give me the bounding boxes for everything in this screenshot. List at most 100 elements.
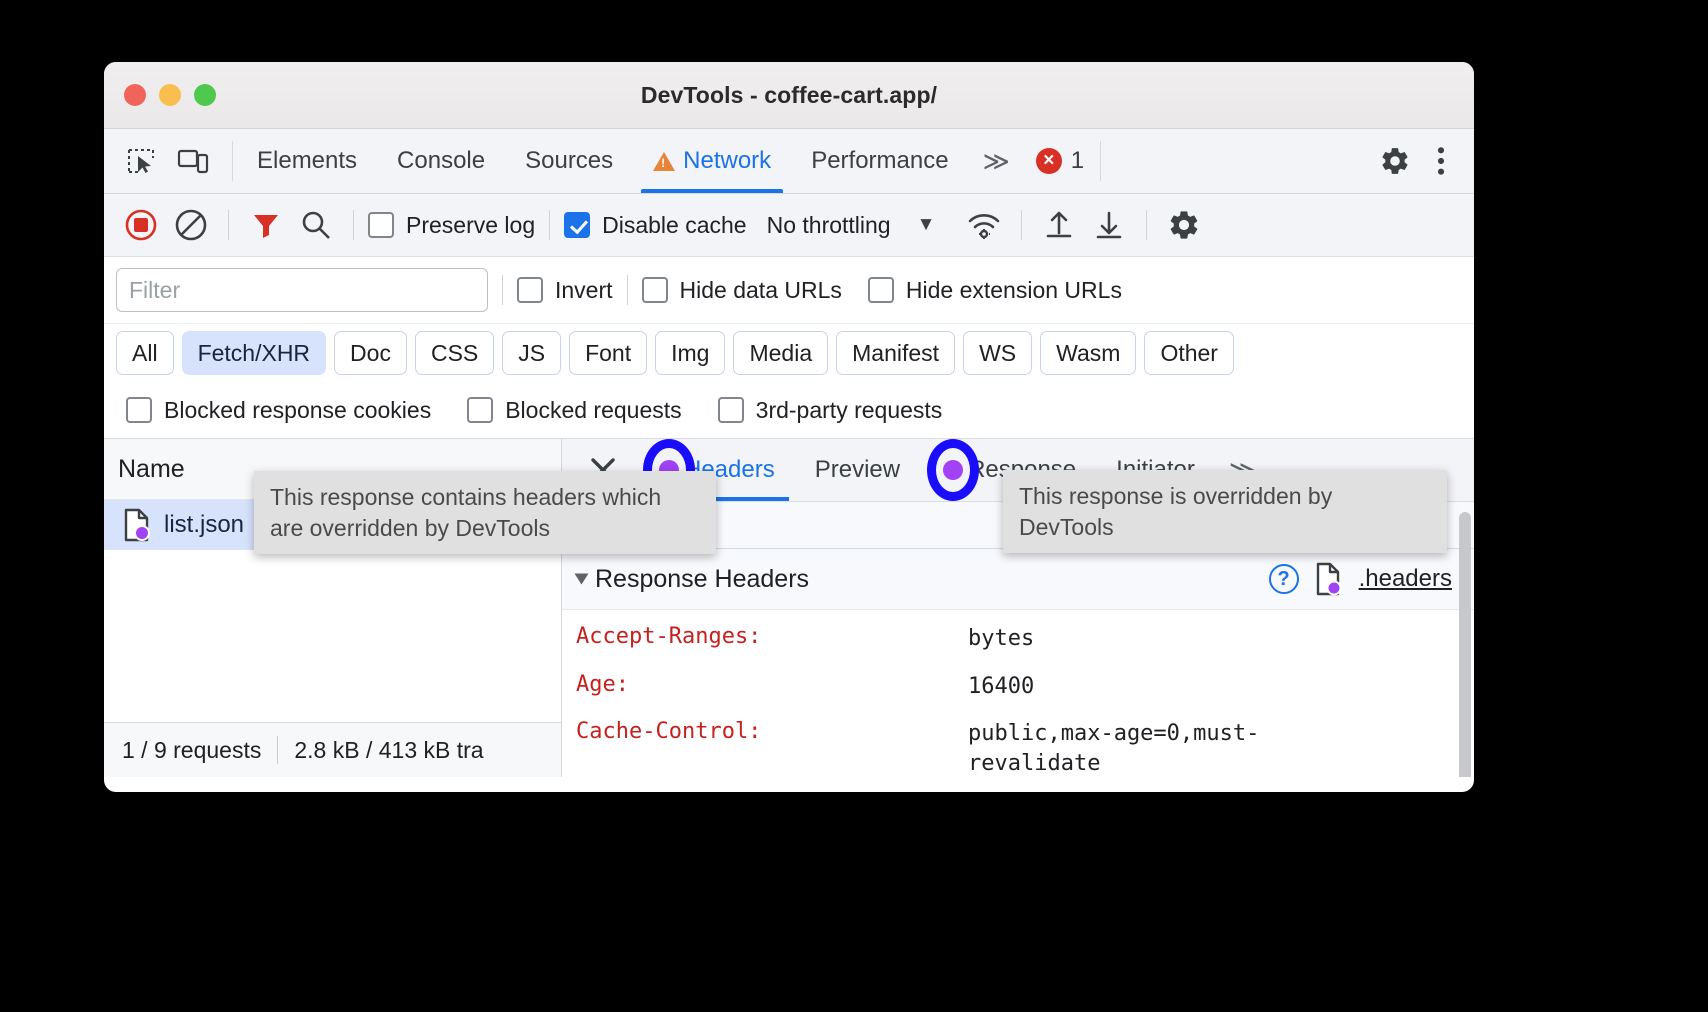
- header-value[interactable]: 16400: [968, 672, 1034, 702]
- chevron-down-icon[interactable]: [575, 574, 589, 585]
- transferred-size: 2.8 kB / 413 kB tra: [294, 737, 483, 764]
- checkbox-box[interactable]: [642, 277, 668, 303]
- more-options-icon[interactable]: [1420, 140, 1462, 182]
- chip-img[interactable]: Img: [655, 331, 725, 375]
- devtools-window: DevTools - coffee-cart.app/: [104, 62, 1474, 792]
- response-headers-section-header[interactable]: Response Headers ? .headers: [562, 549, 1474, 610]
- chip-all[interactable]: All: [116, 331, 174, 375]
- scrollbar-thumb[interactable]: [1459, 512, 1471, 777]
- checkbox-box[interactable]: [368, 212, 394, 238]
- settings-gear-icon[interactable]: [1374, 140, 1416, 182]
- checkbox-box[interactable]: [126, 397, 152, 423]
- chip-media[interactable]: Media: [733, 331, 828, 375]
- checkbox-box[interactable]: [868, 277, 894, 303]
- hide-data-urls-checkbox[interactable]: Hide data URLs: [642, 277, 842, 304]
- section-actions: ? .headers: [1269, 562, 1452, 596]
- traffic-light-buttons[interactable]: [124, 62, 216, 128]
- header-value[interactable]: bytes: [968, 624, 1034, 654]
- tab-network[interactable]: Network: [633, 129, 791, 193]
- filter-divider-2: [627, 275, 628, 305]
- record-stop-icon[interactable]: [118, 202, 164, 248]
- request-name: list.json: [164, 511, 244, 539]
- header-row: Age: 16400: [562, 672, 1474, 720]
- toolbar-divider-4: [1021, 210, 1022, 240]
- network-conditions-icon[interactable]: [961, 202, 1007, 248]
- tabbar-divider-2: [1100, 141, 1101, 181]
- hide-extension-urls-checkbox[interactable]: Hide extension URLs: [868, 277, 1122, 304]
- error-count-badge[interactable]: × 1: [1024, 129, 1096, 193]
- blocked-response-cookies-checkbox[interactable]: Blocked response cookies: [126, 397, 431, 424]
- export-har-icon[interactable]: [1086, 202, 1132, 248]
- checkbox-box[interactable]: [517, 277, 543, 303]
- overridden-dot-response: [940, 457, 966, 483]
- chip-font[interactable]: Font: [569, 331, 647, 375]
- third-party-requests-checkbox[interactable]: 3rd-party requests: [718, 397, 943, 424]
- blocked-response-cookies-label: Blocked response cookies: [164, 397, 431, 424]
- invert-label: Invert: [555, 277, 613, 304]
- filter-funnel-icon[interactable]: [243, 202, 289, 248]
- hide-data-urls-label: Hide data URLs: [680, 277, 842, 304]
- close-window-button[interactable]: [124, 84, 146, 106]
- tooltip-headers-overridden: This response contains headers which are…: [254, 471, 716, 554]
- chip-css[interactable]: CSS: [415, 331, 494, 375]
- import-har-icon[interactable]: [1036, 202, 1082, 248]
- chip-wasm[interactable]: Wasm: [1040, 331, 1136, 375]
- invert-checkbox[interactable]: Invert: [517, 277, 613, 304]
- chip-fetch-xhr[interactable]: Fetch/XHR: [182, 331, 326, 375]
- chip-manifest[interactable]: Manifest: [836, 331, 955, 375]
- tooltip-response-overridden: This response is overridden by DevTools: [1003, 470, 1447, 553]
- filter-row: Filter Invert Hide data URLs Hide extens…: [104, 257, 1474, 324]
- tabbar-divider: [232, 141, 233, 181]
- inspect-element-icon[interactable]: [120, 140, 162, 182]
- devtools-main-tabbar: Elements Console Sources Network Perform…: [104, 129, 1474, 194]
- screenshot-root: DevTools - coffee-cart.app/: [0, 0, 1708, 1012]
- more-tabs-chevron-icon[interactable]: ≫: [969, 129, 1024, 193]
- header-key: Cache-Control:: [576, 719, 968, 777]
- tab-performance[interactable]: Performance: [791, 129, 968, 193]
- warning-triangle-icon: [653, 152, 675, 171]
- help-question-icon[interactable]: ?: [1269, 564, 1299, 594]
- disable-cache-checkbox[interactable]: Disable cache: [564, 212, 746, 239]
- checkbox-box[interactable]: [564, 212, 590, 238]
- zoom-window-button[interactable]: [194, 84, 216, 106]
- clear-network-log-icon[interactable]: [168, 202, 214, 248]
- tab-elements[interactable]: Elements: [237, 129, 377, 193]
- devtools-right-icons: [1374, 129, 1474, 193]
- filter-divider: [502, 275, 503, 305]
- header-row: Cache-Control: public,max-age=0,must-rev…: [562, 719, 1474, 777]
- chip-other[interactable]: Other: [1144, 331, 1234, 375]
- section-title: Response Headers: [595, 565, 809, 594]
- headers-file-link[interactable]: .headers: [1359, 565, 1452, 593]
- chip-doc[interactable]: Doc: [334, 331, 407, 375]
- hide-extension-urls-label: Hide extension URLs: [906, 277, 1122, 304]
- header-value[interactable]: public,max-age=0,must-revalidate: [968, 719, 1308, 777]
- search-icon[interactable]: [293, 202, 339, 248]
- checkbox-box[interactable]: [718, 397, 744, 423]
- device-toolbar-icon[interactable]: [172, 140, 214, 182]
- extra-filter-row: Blocked response cookies Blocked request…: [104, 382, 1474, 439]
- window-title: DevTools - coffee-cart.app/: [104, 82, 1474, 109]
- error-circle-icon: ×: [1036, 148, 1062, 174]
- filter-input[interactable]: Filter: [116, 268, 488, 312]
- chip-js[interactable]: JS: [502, 331, 561, 375]
- minimize-window-button[interactable]: [159, 84, 181, 106]
- tab-label: Preview: [815, 456, 900, 484]
- requests-count: 1 / 9 requests: [122, 737, 261, 764]
- status-divider: [277, 736, 278, 764]
- response-headers-list: Accept-Ranges: bytes Age: 16400 Cache-Co…: [562, 610, 1474, 777]
- preserve-log-checkbox[interactable]: Preserve log: [368, 212, 535, 239]
- chevron-down-icon[interactable]: ▼: [917, 214, 936, 236]
- detail-scrollbar[interactable]: [1459, 512, 1471, 777]
- third-party-requests-label: 3rd-party requests: [756, 397, 943, 424]
- tab-console[interactable]: Console: [377, 129, 505, 193]
- blocked-requests-checkbox[interactable]: Blocked requests: [467, 397, 681, 424]
- network-settings-gear-icon[interactable]: [1161, 202, 1207, 248]
- checkbox-box[interactable]: [467, 397, 493, 423]
- toolbar-divider-3: [549, 210, 550, 240]
- throttling-select[interactable]: No throttling: [767, 212, 891, 239]
- tab-preview[interactable]: Preview: [795, 439, 920, 501]
- toolbar-divider-5: [1146, 210, 1147, 240]
- devtools-tabs: Elements Console Sources Network Perform…: [237, 129, 969, 193]
- tab-sources[interactable]: Sources: [505, 129, 633, 193]
- chip-ws[interactable]: WS: [963, 331, 1032, 375]
